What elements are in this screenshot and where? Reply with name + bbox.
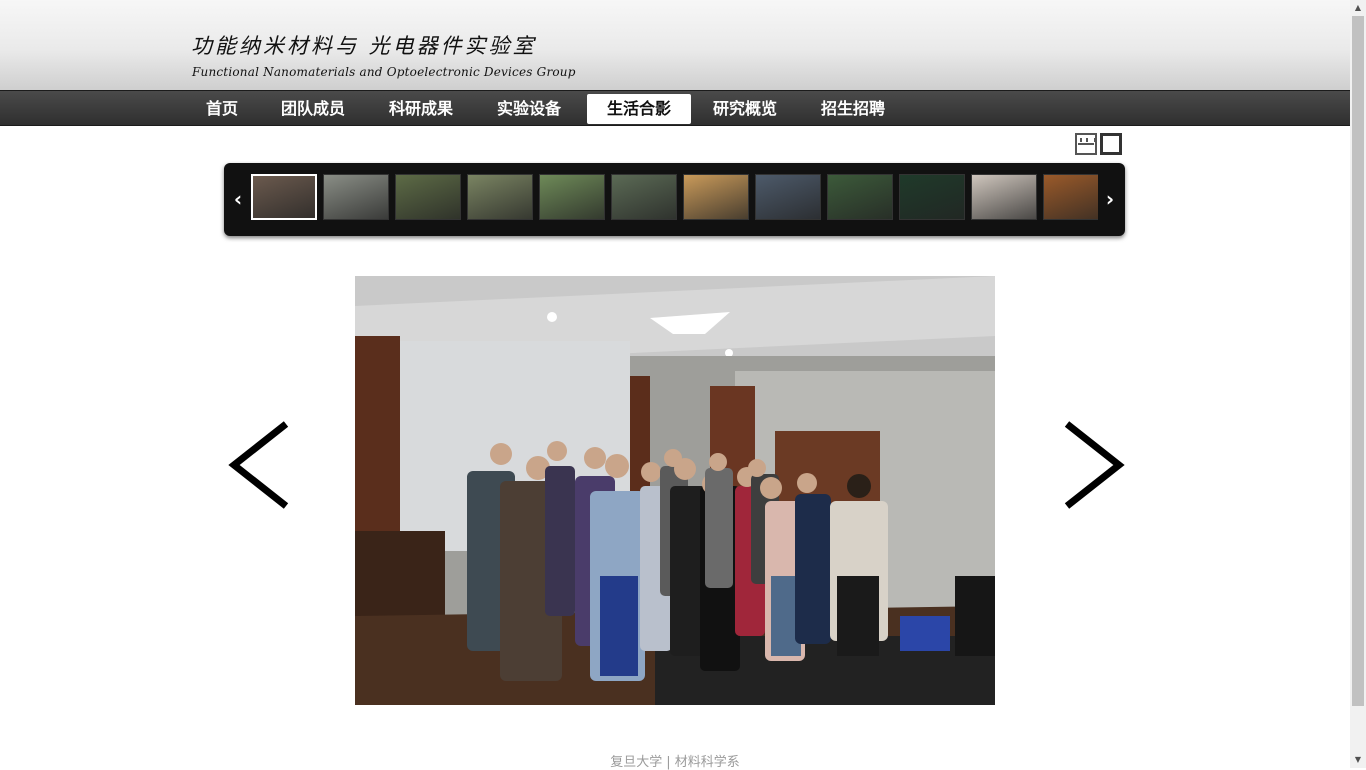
thumbnail-group-photo-outdoor[interactable] <box>395 174 461 220</box>
nav-item-life-photos[interactable]: 生活合影 <box>587 94 691 124</box>
thumbnail-strip: ‹ › <box>224 163 1125 236</box>
thumbnail-group-photo-indoor[interactable] <box>251 174 317 220</box>
thumbnail-lily-pads[interactable] <box>827 174 893 220</box>
prev-photo-arrow-icon[interactable] <box>226 420 290 510</box>
scroll-up-arrow-icon[interactable]: ▲ <box>1350 0 1366 16</box>
nav-item-equipment[interactable]: 实验设备 <box>488 94 570 124</box>
nav-item-recruitment[interactable]: 招生招聘 <box>812 94 894 124</box>
nav-item-team[interactable]: 团队成员 <box>272 94 354 124</box>
thumbnail-leaf-in-hand[interactable] <box>1043 174 1098 220</box>
scroll-down-arrow-icon[interactable]: ▼ <box>1350 752 1366 768</box>
thumbnail-camera-closeup[interactable] <box>755 174 821 220</box>
site-header: 功能纳米材料与 光电器件实验室 Functional Nanomaterials… <box>0 0 1350 90</box>
nav-item-research[interactable]: 科研成果 <box>380 94 462 124</box>
thumbnail-nuts-closeup[interactable] <box>683 174 749 220</box>
page-footer: 复旦大学 | 材料科学系 <box>0 751 1350 770</box>
main-photo <box>355 276 995 705</box>
thumbnail-group-photo-stairs[interactable] <box>323 174 389 220</box>
grid-view-icon[interactable] <box>1075 133 1097 155</box>
single-view-icon[interactable] <box>1100 133 1122 155</box>
main-nav: 首页 团队成员 科研成果 实验设备 生活合影 研究概览 招生招聘 <box>0 90 1350 126</box>
strip-prev-button[interactable]: ‹ <box>228 181 248 217</box>
thumbnail-group-photo-field[interactable] <box>467 174 533 220</box>
thumbnail-clover-leaves[interactable] <box>899 174 965 220</box>
nav-item-home[interactable]: 首页 <box>196 94 248 124</box>
thumbnail-person-field[interactable] <box>539 174 605 220</box>
strip-next-button[interactable]: › <box>1100 181 1120 217</box>
site-title-en: Functional Nanomaterials and Optoelectro… <box>192 65 576 79</box>
group-photo-image <box>355 276 995 705</box>
nav-item-overview[interactable]: 研究概览 <box>704 94 786 124</box>
next-photo-arrow-icon[interactable] <box>1063 420 1127 510</box>
vertical-scrollbar[interactable]: ▲ ▼ <box>1350 0 1366 768</box>
thumbnail-list <box>251 172 1098 226</box>
scrollbar-thumb[interactable] <box>1352 16 1364 706</box>
thumbnail-child-portrait[interactable] <box>971 174 1037 220</box>
site-title-cn: 功能纳米材料与 光电器件实验室 <box>191 34 537 58</box>
thumbnail-people-landscape[interactable] <box>611 174 677 220</box>
